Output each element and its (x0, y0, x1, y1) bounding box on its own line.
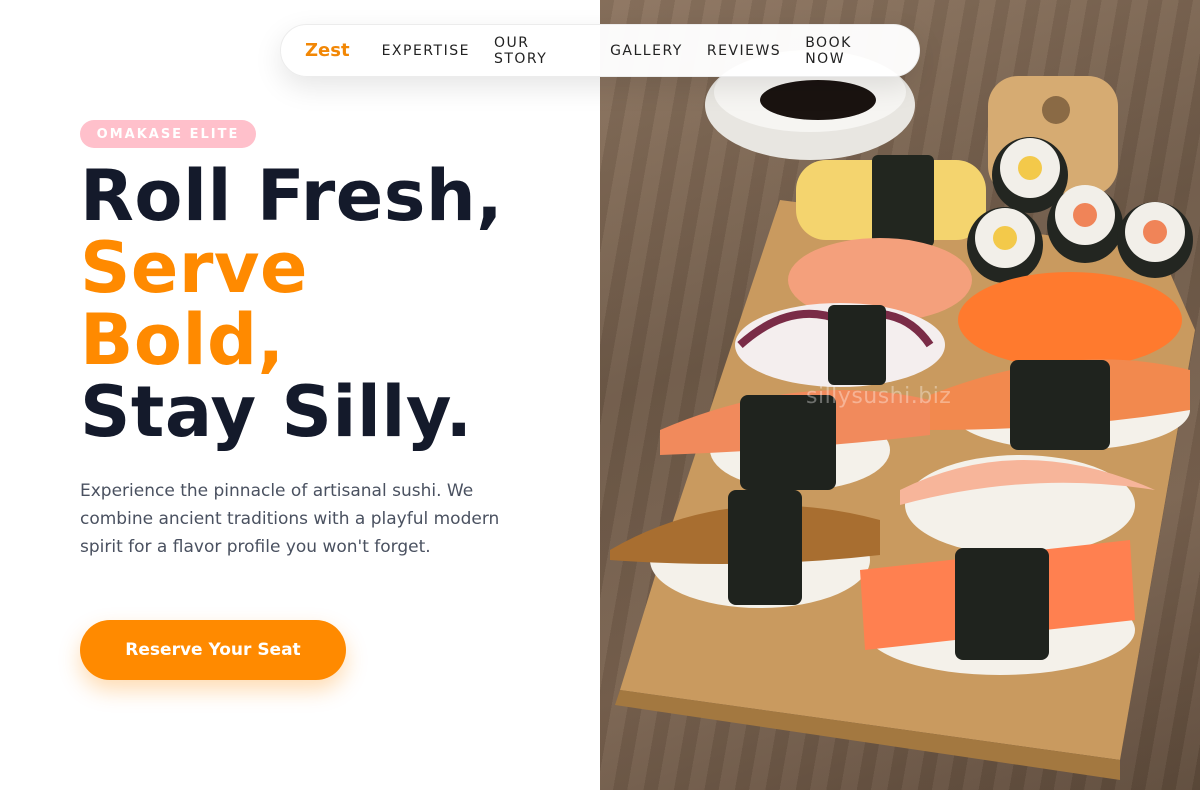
bottom-strip (0, 790, 1200, 800)
hero-headline: Roll Fresh, Serve Bold, Stay Silly. (80, 160, 580, 448)
omakase-badge: OMAKASE ELITE (80, 120, 256, 148)
nav-link-book-now[interactable]: BOOK NOW (805, 35, 895, 67)
headline-line-4: Stay Silly. (80, 371, 473, 453)
reserve-seat-button[interactable]: Reserve Your Seat (80, 620, 346, 680)
nav-link-reviews[interactable]: REVIEWS (707, 43, 781, 59)
headline-line-1: Roll Fresh, (80, 155, 504, 237)
brand-logo[interactable]: Zest (305, 40, 350, 61)
headline-line-2: Serve (80, 227, 309, 309)
nav-link-expertise[interactable]: EXPERTISE (382, 43, 470, 59)
hero-description: Experience the pinnacle of artisanal sus… (80, 481, 500, 557)
main-nav: Zest EXPERTISE OUR STORY GALLERY REVIEWS… (280, 24, 920, 77)
sushi-platter-image: sillysushi.biz (600, 0, 1200, 790)
image-watermark: sillysushi.biz (806, 384, 952, 409)
nav-link-our-story[interactable]: OUR STORY (494, 35, 586, 67)
nav-link-gallery[interactable]: GALLERY (610, 43, 683, 59)
headline-line-3: Bold, (80, 299, 285, 381)
